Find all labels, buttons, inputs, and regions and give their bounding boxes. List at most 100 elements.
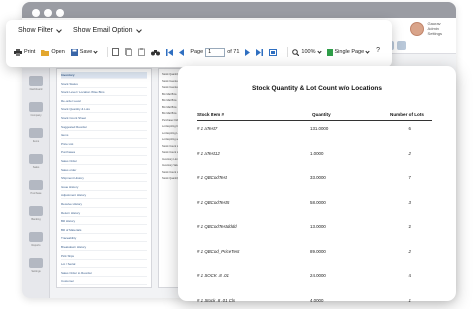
help-button[interactable]: ?: [376, 47, 380, 54]
report-tree-item[interactable]: Adjustment History: [61, 192, 147, 200]
quantity-cell: 58.0000: [310, 199, 326, 205]
table-row: # 1 SOCK .8 .01 24.0000 4: [178, 273, 456, 281]
report-tree-item[interactable]: Purchases: [61, 149, 147, 157]
user-menu[interactable]: Gaurav Admin Settings: [409, 21, 442, 36]
save-button[interactable]: Save: [70, 48, 98, 56]
window-close-dot[interactable]: [32, 9, 40, 17]
table-row: # 1 aTest7 131.0000 6: [178, 126, 456, 134]
report-tree-item[interactable]: Sales order: [61, 167, 147, 174]
rail-icon[interactable]: [29, 102, 43, 112]
print-button[interactable]: Print: [14, 48, 36, 56]
report-tree-item[interactable]: Price List: [61, 141, 147, 148]
stock-item-cell: # 1 Stock .8 .01 Cls: [197, 297, 236, 303]
toolbar-divider: [287, 47, 289, 57]
table-row: # 1 QBCodTestdddd 13.0000 2: [178, 224, 456, 232]
lots-cell: 4: [408, 273, 411, 278]
chevron-down-icon: [365, 48, 370, 54]
report-tree-item[interactable]: Pick Slips: [61, 253, 147, 260]
stock-item-cell: # 1 QBCodTest: [197, 175, 227, 180]
report-tree-item[interactable]: Traceability: [61, 235, 147, 243]
printer-icon: [14, 48, 22, 56]
report-tree-item[interactable]: Bill History: [61, 218, 147, 226]
rail-icon[interactable]: [29, 232, 43, 242]
lots-cell: 2: [408, 248, 411, 254]
report-tree-item[interactable]: Issue History: [61, 184, 147, 191]
save-label: Save: [79, 49, 93, 55]
single-page-icon: [326, 48, 333, 56]
report-tree-item[interactable]: Bill of Materials: [61, 227, 147, 234]
rail-label: Purchase: [30, 192, 42, 195]
first-page-icon[interactable]: [166, 48, 174, 56]
zoom-icon: [292, 48, 300, 56]
stock-item-cell: # 1 SOCK .8 .01: [197, 273, 229, 278]
rail-icon[interactable]: [29, 206, 43, 216]
document-icon[interactable]: [112, 48, 120, 56]
zoom-value: 100%: [301, 49, 316, 55]
report-tree-item[interactable]: Items: [61, 132, 147, 140]
report-tree-item[interactable]: Inventory: [61, 72, 147, 79]
table-row: # 1 aTest12 1.0000 2: [178, 151, 456, 159]
avatar[interactable]: [409, 21, 424, 36]
view-mode-select[interactable]: Single Page: [326, 48, 370, 56]
rail-icon[interactable]: [29, 180, 43, 190]
rail-icon[interactable]: [29, 128, 43, 138]
help-icon[interactable]: [397, 41, 406, 50]
report-tree-item[interactable]: Stock Level / Location Wise Bins: [61, 89, 147, 97]
quantity-cell: 33.0000: [310, 175, 326, 180]
report-tree-item[interactable]: Lot / Serial: [61, 261, 147, 269]
last-page-icon[interactable]: [256, 48, 264, 56]
binoculars-icon[interactable]: [151, 49, 161, 56]
report-tree-item[interactable]: Re-order Level: [61, 98, 147, 105]
next-page-icon[interactable]: [245, 48, 251, 56]
report-tree-item[interactable]: Sales Order to Reorder: [61, 270, 147, 277]
rail-label: Banking: [31, 218, 41, 221]
window-minimize-dot[interactable]: [44, 9, 52, 17]
report-tree-item[interactable]: Customer: [61, 278, 147, 286]
rail-icon[interactable]: [29, 258, 43, 268]
rail-label: Dashboard: [29, 88, 43, 91]
header-rule: [197, 120, 432, 121]
chevron-down-icon: [316, 48, 322, 54]
show-filter-button[interactable]: Show Filter: [18, 26, 62, 34]
lots-cell: 2: [408, 224, 411, 229]
quantity-cell: 4.0000: [310, 297, 324, 303]
report-title: Stock Quantity & Lot Count w/o Locations: [252, 85, 382, 92]
stock-item-cell: # 1 QBCod_PriceTest: [197, 248, 240, 254]
print-label: Print: [24, 49, 36, 55]
user-settings[interactable]: Settings: [428, 31, 442, 36]
open-button[interactable]: Open: [41, 49, 65, 56]
layout-icon[interactable]: [269, 48, 278, 56]
stock-item-cell: # 1 aTest12: [197, 150, 220, 156]
report-tree-item[interactable]: Breakdown History: [61, 244, 147, 251]
report-tree-item[interactable]: Sales Order: [61, 158, 147, 165]
previous-page-icon[interactable]: [179, 48, 185, 56]
report-tree-item[interactable]: Stock Count Sheet: [61, 115, 147, 122]
show-filter-label: Show Filter: [18, 27, 54, 34]
copy-icon[interactable]: [125, 48, 133, 56]
rail-label: Sales: [32, 166, 40, 169]
report-tree-item[interactable]: Receive History: [61, 201, 147, 208]
quantity-cell: 1.0000: [310, 150, 324, 156]
table-row: # 1 QBCod_PriceTest 89.0000 2: [178, 249, 456, 257]
paste-icon[interactable]: [138, 48, 146, 56]
report-tree-item[interactable]: Stock Status: [61, 81, 147, 88]
quantity-cell: 13.0000: [310, 224, 326, 229]
rail-icon[interactable]: [29, 154, 43, 164]
report-tree-item[interactable]: Suggested Reorder: [61, 124, 147, 131]
lots-cell: 3: [408, 199, 411, 205]
lots-cell: 2: [408, 150, 411, 156]
report-tree-item[interactable]: Shipment History: [61, 175, 147, 183]
report-tree-item[interactable]: Return History: [61, 210, 147, 217]
window-maximize-dot[interactable]: [56, 9, 64, 17]
folder-icon: [41, 49, 50, 56]
page-total: of 71: [227, 49, 240, 55]
page-number-input[interactable]: [205, 47, 226, 57]
lots-cell: 1: [408, 297, 411, 303]
show-email-option-button[interactable]: Show Email Option: [73, 26, 142, 34]
rail-icon[interactable]: [29, 76, 43, 86]
zoom-select[interactable]: 100%: [292, 48, 322, 56]
report-tree-item[interactable]: Stock Quantity & Lots: [61, 106, 147, 114]
lots-cell: 6: [408, 126, 411, 131]
table-row: # 1 QBCodTest5 58.0000 3: [178, 200, 456, 208]
rail-label: Items: [32, 140, 40, 143]
